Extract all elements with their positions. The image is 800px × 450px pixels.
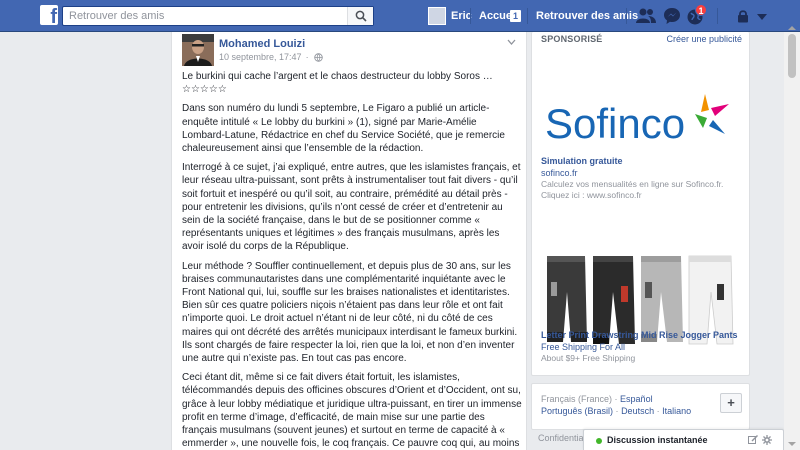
search-icon [355,10,367,22]
author-avatar[interactable] [182,34,214,66]
search-button[interactable] [347,7,373,25]
footer-privacy-link[interactable]: Confidentiali [538,433,588,443]
chat-sidebar-bar[interactable]: Discussion instantanée [583,429,784,450]
language-option[interactable]: Português (Brasil) [541,406,613,416]
top-navigation-bar: f Eric Accueil 1 Retrouver des amis 1 [0,0,800,32]
account-menu-arrow-icon[interactable] [757,14,767,20]
language-option[interactable]: Español [620,394,653,404]
sofinco-ad-image[interactable]: Sofinco [543,90,743,160]
meta-separator: · [305,52,309,62]
profile-link[interactable]: Eric [428,7,472,25]
avatar [428,7,446,25]
ad-domain-link[interactable]: Free Shipping For All [541,342,625,352]
add-language-button[interactable]: + [720,393,742,413]
ad-title[interactable]: Simulation gratuite [541,156,623,166]
notification-count-badge: 1 [695,4,707,16]
nav-divider [527,8,528,24]
language-row: Français (France) · Español [541,394,653,404]
post-meta: 10 septembre, 17:47 · [219,52,323,62]
language-separator: · [614,394,618,404]
language-separator: · [656,406,660,416]
ad-description: Calculez vos mensualités en ligne sur So… [541,179,724,200]
ad-title[interactable]: Letter Print Drawstring Mid Rise Jogger … [541,330,738,340]
page-scrollbar[interactable] [784,26,800,450]
chat-label: Discussion instantanée [607,435,708,445]
post-paragraph: Interrogé à ce sujet, j’ai expliqué, ent… [182,162,521,253]
ad-domain-link[interactable]: sofinco.fr [541,168,578,178]
new-message-icon[interactable] [748,435,758,445]
find-friends-link[interactable]: Retrouver des amis [536,10,638,22]
sponsored-section: SPONSORISÉ Créer une publicité Sofinco S… [531,32,750,376]
create-ad-link[interactable]: Créer une publicité [666,34,742,44]
sofinco-star-icon [695,94,729,134]
nav-divider [626,8,627,24]
online-status-dot [596,438,602,444]
language-option[interactable]: Italiano [662,406,691,416]
language-option[interactable]: Deutsch [621,406,654,416]
language-separator: · [615,406,619,416]
post-timestamp[interactable]: 10 septembre, 17:47 [219,52,302,62]
friend-requests-icon[interactable] [635,6,657,26]
privacy-lock-icon[interactable] [736,9,750,23]
scroll-down-arrow-icon[interactable] [788,442,796,446]
feed-post: Mohamed Louizi 10 septembre, 17:47 · Le … [171,32,527,450]
ad-description: About $9+ Free Shipping [541,353,636,363]
post-author-name[interactable]: Mohamed Louizi [219,38,305,50]
profile-name: Eric [451,10,472,22]
sponsored-heading: SPONSORISÉ [541,34,603,44]
public-audience-icon[interactable] [313,52,323,62]
language-selector: Français (France) · Español Português (B… [531,383,750,430]
post-paragraph: Leur méthode ? Souffler continuellement,… [182,260,518,365]
facebook-logo[interactable]: f [40,5,58,25]
author-photo-icon [182,34,214,66]
current-language: Français (France) [541,394,613,404]
scroll-up-arrow-icon[interactable] [788,26,796,30]
post-paragraph: Ceci étant dit, même si ce fait divers é… [182,372,522,450]
chat-settings-gear-icon[interactable] [762,435,772,445]
nav-divider [717,8,718,24]
post-body: Le burkini qui cache l’argent et le chao… [182,70,522,450]
home-count-badge: 1 [510,10,521,22]
post-options-chevron-icon[interactable] [507,39,516,45]
search-box [62,6,374,26]
sofinco-wordmark: Sofinco [545,100,685,147]
post-paragraph: Dans son numéro du lundi 5 septembre, Le… [182,103,505,155]
search-input[interactable] [63,7,343,25]
language-row: Português (Brasil) · Deutsch · Italiano [541,406,691,416]
scrollbar-thumb[interactable] [788,34,796,78]
messages-icon[interactable] [662,6,682,26]
post-paragraph: Le burkini qui cache l’argent et le chao… [182,71,493,96]
nav-divider [470,8,471,24]
